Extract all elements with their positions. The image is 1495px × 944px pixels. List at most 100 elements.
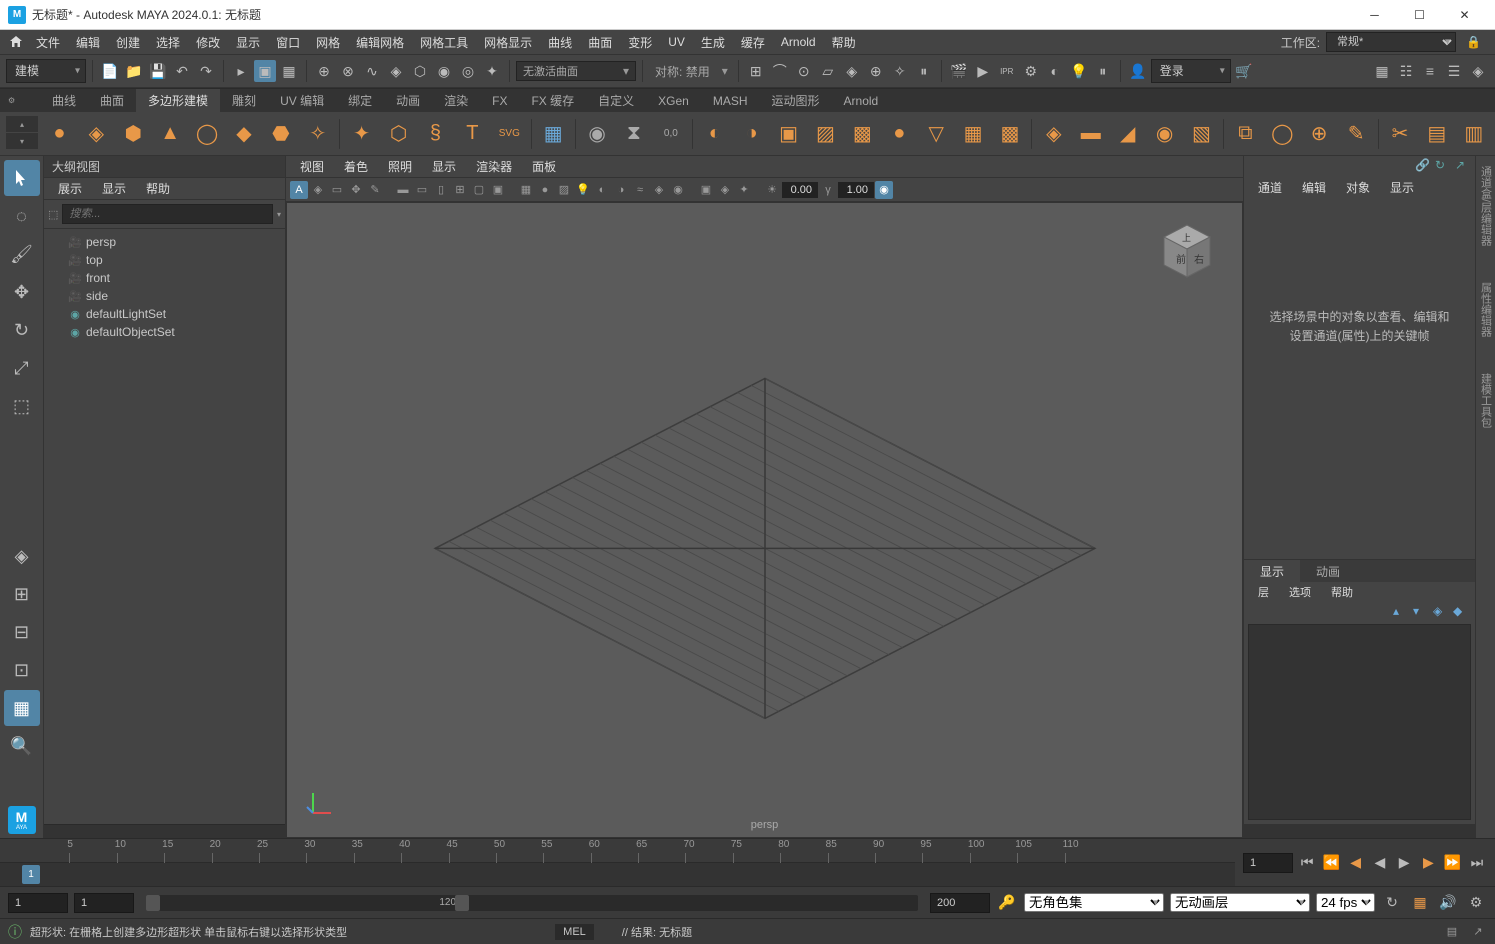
menu-cache[interactable]: 缓存: [733, 30, 773, 54]
layer-new-selected-icon[interactable]: ◆: [1453, 604, 1467, 618]
vp-gate-mask-icon[interactable]: ▯: [432, 181, 450, 199]
window-minimize-button[interactable]: ─: [1352, 0, 1397, 30]
vp-field-chart-icon[interactable]: ⊞: [451, 181, 469, 199]
range-settings-icon[interactable]: ▦: [1409, 892, 1431, 914]
connect-icon[interactable]: ✎: [1341, 118, 1372, 150]
sel-mask-curve-icon[interactable]: ∿: [361, 60, 383, 82]
menu-mesh[interactable]: 网格: [308, 30, 348, 54]
extrude-icon[interactable]: ◈: [1038, 118, 1069, 150]
snap-grid-icon[interactable]: ⊞: [745, 60, 767, 82]
hypershade-icon[interactable]: ◐: [1044, 60, 1066, 82]
snap-live-icon[interactable]: ◈: [841, 60, 863, 82]
single-view-icon[interactable]: ◈: [4, 538, 40, 574]
shelf-tab-fx[interactable]: FX: [480, 89, 519, 113]
shelf-tab-render[interactable]: 渲染: [432, 89, 480, 113]
shelf-tab-custom[interactable]: 自定义: [586, 89, 646, 113]
window-maximize-button[interactable]: ☐: [1397, 0, 1442, 30]
new-scene-icon[interactable]: 📄: [99, 60, 121, 82]
pause-render-icon[interactable]: ⏸: [1092, 60, 1114, 82]
prefs-icon[interactable]: ⚙: [1465, 892, 1487, 914]
sel-mask-render-icon[interactable]: ◎: [457, 60, 479, 82]
autokey-icon[interactable]: 🔑: [996, 892, 1018, 914]
vp-gamma-value[interactable]: 1.00: [838, 182, 874, 198]
maya-home-button[interactable]: MAYA: [8, 806, 36, 834]
viewport-menu-shade[interactable]: 着色: [334, 158, 378, 175]
viewport-menu-view[interactable]: 视图: [290, 158, 334, 175]
sidebar-tab-channelbox[interactable]: 通道盒/层编辑器: [1476, 160, 1495, 252]
fps-selector[interactable]: 24 fps: [1316, 893, 1375, 912]
combine-icon[interactable]: ◐: [699, 118, 730, 150]
snap-together-icon[interactable]: 0,0: [655, 118, 686, 150]
menuset-selector[interactable]: 建模: [6, 59, 86, 83]
toolbox-toggle-icon[interactable]: ▦: [1371, 60, 1393, 82]
multicut-icon[interactable]: ✂: [1385, 118, 1416, 150]
channel-tab-object[interactable]: 对象: [1336, 176, 1380, 198]
timeline-ruler[interactable]: 5101520253035404550556065707580859095100…: [0, 839, 1235, 886]
lasso-tool-icon[interactable]: ◌: [4, 198, 40, 234]
menu-uv[interactable]: UV: [660, 30, 693, 54]
layer-menu-options[interactable]: 选项: [1279, 584, 1321, 600]
viewport-menu-display[interactable]: 显示: [422, 158, 466, 175]
outliner-item-top[interactable]: 🎥top: [52, 251, 277, 269]
shelf-nav-up-icon[interactable]: ▴: [6, 116, 38, 132]
vp-isolate-icon[interactable]: ▣: [697, 181, 715, 199]
current-frame-input[interactable]: [1243, 853, 1293, 873]
menu-generate[interactable]: 生成: [693, 30, 733, 54]
symmetry-curve-dropdown[interactable]: ▾: [516, 61, 636, 81]
vp-ao-icon[interactable]: ◑: [612, 181, 630, 199]
menu-arnold[interactable]: Arnold: [773, 30, 824, 54]
snap-plane-icon[interactable]: ▱: [817, 60, 839, 82]
two-view-v-icon[interactable]: ⊡: [4, 652, 40, 688]
fill-hole-icon[interactable]: ◉: [1149, 118, 1180, 150]
help-line-icon[interactable]: ↗: [1469, 923, 1487, 941]
reduce-icon[interactable]: ▽: [921, 118, 952, 150]
play-back-icon[interactable]: ◀: [1370, 852, 1390, 874]
outliner-filter-icon[interactable]: ⬚: [48, 208, 58, 221]
ipr-render-icon[interactable]: IPR: [996, 60, 1018, 82]
insert-loop-icon[interactable]: ▤: [1421, 118, 1452, 150]
menu-surface[interactable]: 曲面: [580, 30, 620, 54]
viewport-menu-panel[interactable]: 面板: [522, 158, 566, 175]
loop-icon[interactable]: ↻: [1381, 892, 1403, 914]
last-tool-icon[interactable]: ⬚: [4, 388, 40, 424]
menu-edit[interactable]: 编辑: [68, 30, 108, 54]
menu-modify[interactable]: 修改: [188, 30, 228, 54]
poly-sphere-icon[interactable]: ●: [44, 118, 75, 150]
audio-icon[interactable]: 🔊: [1437, 892, 1459, 914]
shelf-tab-sculpt[interactable]: 雕刻: [220, 89, 268, 113]
menu-select[interactable]: 选择: [148, 30, 188, 54]
shelf-nav-down-icon[interactable]: ▾: [6, 133, 38, 149]
vp-grease-icon[interactable]: ✎: [366, 181, 384, 199]
paint-select-tool-icon[interactable]: 🖌: [4, 236, 40, 272]
menu-deform[interactable]: 变形: [620, 30, 660, 54]
layer-new-empty-icon[interactable]: ◈: [1433, 604, 1447, 618]
channel-sync-icon[interactable]: 🔗: [1415, 158, 1429, 172]
sidebar-tab-attribute[interactable]: 属性编辑器: [1476, 276, 1495, 343]
layer-scrollbar[interactable]: [1244, 824, 1475, 838]
menu-edit-mesh[interactable]: 编辑网格: [348, 30, 412, 54]
bridge-icon[interactable]: ▬: [1075, 118, 1106, 150]
shelf-tab-animation[interactable]: 动画: [384, 89, 432, 113]
menu-mesh-tools[interactable]: 网格工具: [412, 30, 476, 54]
login-selector[interactable]: 登录: [1151, 59, 1231, 83]
poly-pipe-icon[interactable]: ⬡: [383, 118, 414, 150]
poly-supershape-icon[interactable]: ✦: [346, 118, 377, 150]
vp-shadow-icon[interactable]: ◐: [593, 181, 611, 199]
search-tool-icon[interactable]: 🔍: [4, 728, 40, 764]
vp-textured-icon[interactable]: ▨: [555, 181, 573, 199]
vp-image-plane-icon[interactable]: ▭: [328, 181, 346, 199]
four-view-icon[interactable]: ⊞: [4, 576, 40, 612]
poly-type-icon[interactable]: T: [457, 118, 488, 150]
outliner-item-side[interactable]: 🎥side: [52, 287, 277, 305]
vp-light-icon[interactable]: 💡: [574, 181, 592, 199]
character-set-selector[interactable]: 无角色集: [1024, 893, 1164, 912]
bevel-icon[interactable]: ◢: [1112, 118, 1143, 150]
snap-center-icon[interactable]: ⊕: [865, 60, 887, 82]
outliner-search-dropdown-icon[interactable]: ▾: [277, 210, 281, 219]
render-settings-icon[interactable]: ⚙: [1020, 60, 1042, 82]
channelbox-toggle-icon[interactable]: ☰: [1443, 60, 1465, 82]
sel-mask-dynamic-icon[interactable]: ◉: [433, 60, 455, 82]
offset-loop-icon[interactable]: ▥: [1458, 118, 1489, 150]
channel-expand-icon[interactable]: ↗: [1455, 158, 1469, 172]
redo-icon[interactable]: ↷: [195, 60, 217, 82]
